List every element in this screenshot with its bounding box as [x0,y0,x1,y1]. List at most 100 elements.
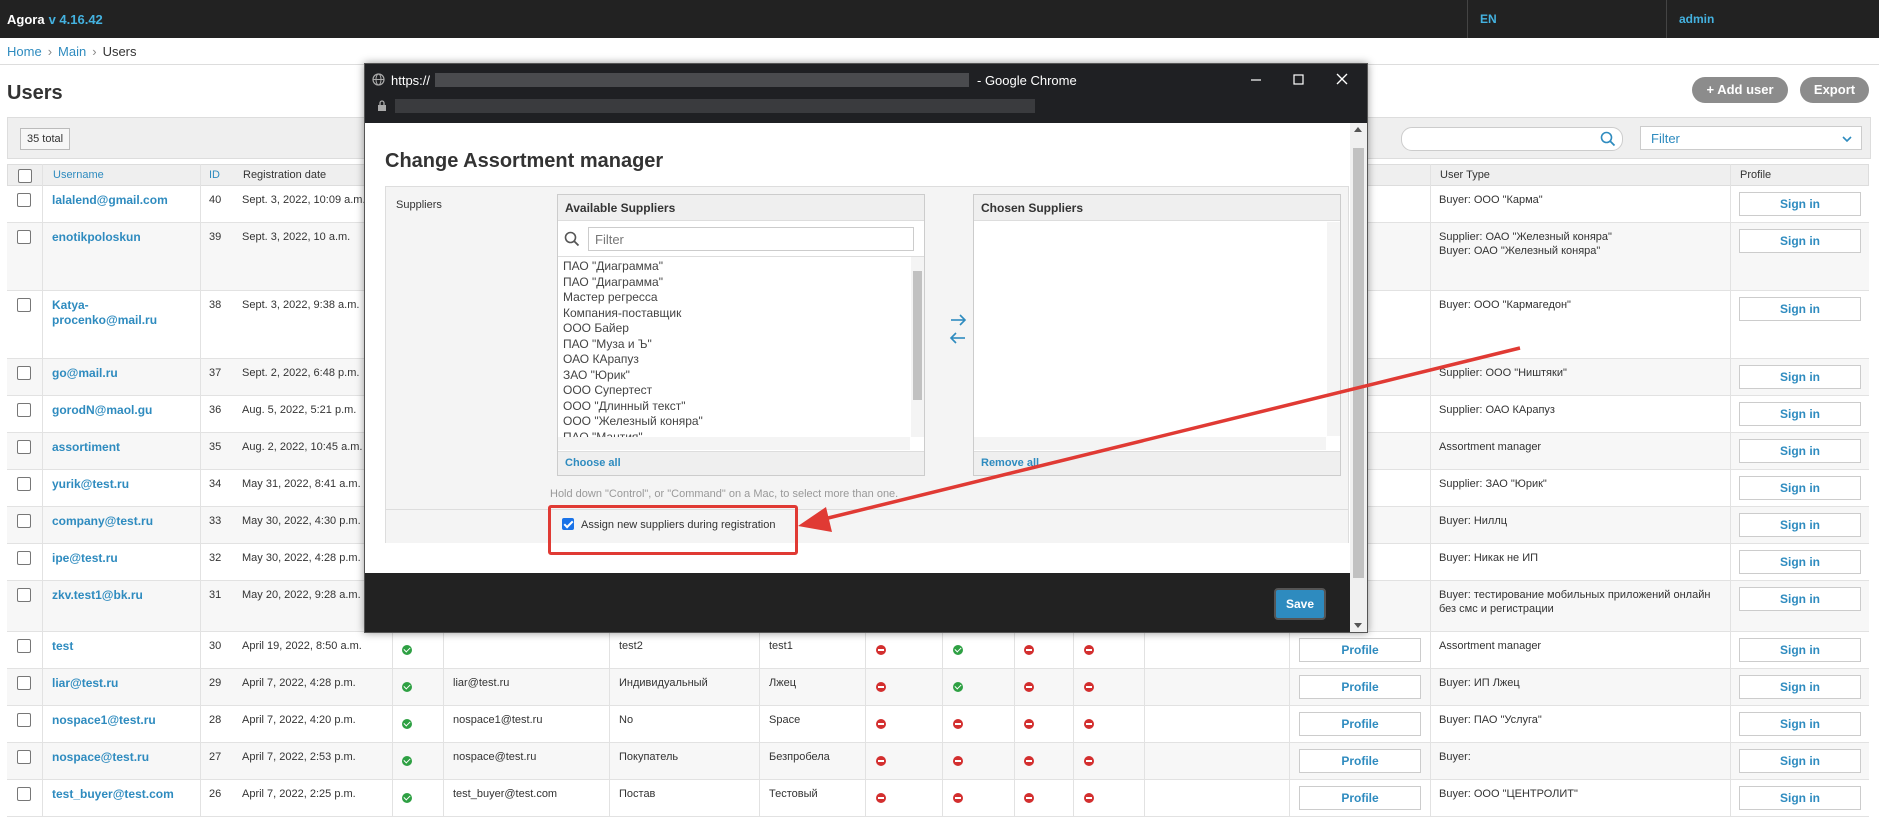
sign-in-button[interactable]: Sign in [1739,439,1861,463]
sign-in-button[interactable]: Sign in [1739,786,1861,810]
username-link[interactable]: assortiment [52,440,172,455]
username-link[interactable]: nospace@test.ru [52,750,172,765]
sign-in-button[interactable]: Sign in [1739,675,1861,699]
sign-in-button[interactable]: Sign in [1739,550,1861,574]
chosen-suppliers-list[interactable] [974,222,1340,436]
profile-button[interactable]: Profile [1299,638,1421,662]
select-all-checkbox[interactable] [18,169,32,183]
scroll-up-icon[interactable] [1354,127,1362,132]
row-checkbox[interactable] [17,193,31,207]
row-checkbox[interactable] [17,750,31,764]
user-id: 39 [209,231,222,243]
supplier-option[interactable]: ПАО "Мантия" [563,430,643,438]
filter-select[interactable]: Filter [1640,126,1862,150]
available-suppliers-list[interactable]: ПАО "Диаграмма" ПАО "Диаграмма" Мастер рег… [558,256,924,437]
username-link[interactable]: Katya-procenko@mail.ru [52,298,172,328]
supplier-option[interactable]: ООО Байер [563,321,629,336]
maximize-icon[interactable] [1287,70,1309,90]
row-checkbox[interactable] [17,366,31,380]
row-checkbox[interactable] [17,440,31,454]
chevron-right-icon: › [92,44,97,59]
supplier-option[interactable]: Компания-поставщик [563,306,681,321]
sign-in-button[interactable]: Sign in [1739,476,1861,500]
scroll-down-icon[interactable] [1354,623,1362,628]
column-user-type[interactable]: User Type [1440,169,1490,181]
supplier-option[interactable]: ООО Супертест [563,383,652,398]
row-checkbox[interactable] [17,298,31,312]
minimize-icon[interactable] [1245,70,1267,90]
username-link[interactable]: company@test.ru [52,514,172,529]
row-checkbox[interactable] [17,230,31,244]
row-checkbox[interactable] [17,676,31,690]
column-id[interactable]: ID [209,169,220,181]
list-scrollbar[interactable] [911,257,924,437]
row-checkbox[interactable] [17,514,31,528]
arrow-left-icon[interactable] [949,332,965,344]
username-link[interactable]: ipe@test.ru [52,551,172,566]
sign-in-button[interactable]: Sign in [1739,712,1861,736]
username-link[interactable]: zkv.test1@bk.ru [52,588,172,603]
supplier-option[interactable]: ПАО "Диаграмма" [563,259,663,274]
user-menu[interactable]: admin [1666,0,1879,38]
username-link[interactable]: test_buyer@test.com [52,787,174,802]
breadcrumb-main[interactable]: Main [58,44,86,59]
row-checkbox[interactable] [17,639,31,653]
username-link[interactable]: yurik@test.ru [52,477,172,492]
row-checkbox[interactable] [17,403,31,417]
username-link[interactable]: enotikpoloskun [52,230,172,245]
supplier-option[interactable]: ПАО "Муза и Ъ" [563,337,652,352]
brand[interactable]: Agora v 4.16.42 [7,12,103,27]
sign-in-button[interactable]: Sign in [1739,192,1861,216]
sign-in-button[interactable]: Sign in [1739,402,1861,426]
breadcrumb-home[interactable]: Home [7,44,42,59]
row-checkbox[interactable] [17,477,31,491]
sign-in-button[interactable]: Sign in [1739,513,1861,537]
search-icon[interactable] [1600,131,1616,147]
window-scrollbar[interactable] [1350,123,1367,632]
column-profile[interactable]: Profile [1740,169,1771,181]
scrollbar-thumb[interactable] [1353,148,1364,578]
profile-button[interactable]: Profile [1299,786,1421,810]
remove-all-link[interactable]: Remove all [974,451,1340,475]
add-user-button[interactable]: + Add user [1692,77,1788,103]
sign-in-button[interactable]: Sign in [1739,297,1861,321]
language-switcher[interactable]: EN [1467,0,1666,38]
profile-button[interactable]: Profile [1299,675,1421,699]
profile-button[interactable]: Profile [1299,712,1421,736]
row-checkbox[interactable] [17,551,31,565]
username-link[interactable]: test [52,639,172,654]
username-link[interactable]: liar@test.ru [52,676,172,691]
sign-in-button[interactable]: Sign in [1739,365,1861,389]
search-input[interactable] [1401,127,1623,151]
export-button[interactable]: Export [1800,77,1869,103]
scrollbar-thumb[interactable] [913,271,922,400]
supplier-filter-input[interactable]: Filter [588,227,914,251]
list-scrollbar[interactable] [1327,222,1340,436]
row-checkbox[interactable] [17,588,31,602]
sign-in-button[interactable]: Sign in [1739,587,1861,611]
username-link[interactable]: gorodN@maol.gu [52,403,172,418]
supplier-option[interactable]: ООО "Железный коняра" [563,414,703,429]
choose-all-link[interactable]: Choose all [558,451,924,475]
arrow-right-icon[interactable] [951,314,967,326]
horizontal-scrollbar[interactable] [974,437,1326,450]
sign-in-button[interactable]: Sign in [1739,638,1861,662]
username-link[interactable]: go@mail.ru [52,366,172,381]
column-username[interactable]: Username [53,169,104,181]
username-link[interactable]: lalalend@gmail.com [52,193,172,208]
supplier-option[interactable]: ООО "Длинный текст" [563,399,686,414]
sign-in-button[interactable]: Sign in [1739,229,1861,253]
row-checkbox[interactable] [17,787,31,801]
horizontal-scrollbar[interactable] [558,437,910,450]
save-button[interactable]: Save [1274,588,1326,620]
row-checkbox[interactable] [17,713,31,727]
username-link[interactable]: nospace1@test.ru [52,713,172,728]
supplier-option[interactable]: ПАО "Диаграмма" [563,275,663,290]
close-icon[interactable] [1331,70,1353,90]
column-registration-date[interactable]: Registration date [243,169,326,181]
supplier-option[interactable]: Мастер регресса [563,290,658,305]
profile-button[interactable]: Profile [1299,749,1421,773]
supplier-option[interactable]: ЗАО "Юрик" [563,368,630,383]
supplier-option[interactable]: ОАО КАрапуз [563,352,639,367]
sign-in-button[interactable]: Sign in [1739,749,1861,773]
